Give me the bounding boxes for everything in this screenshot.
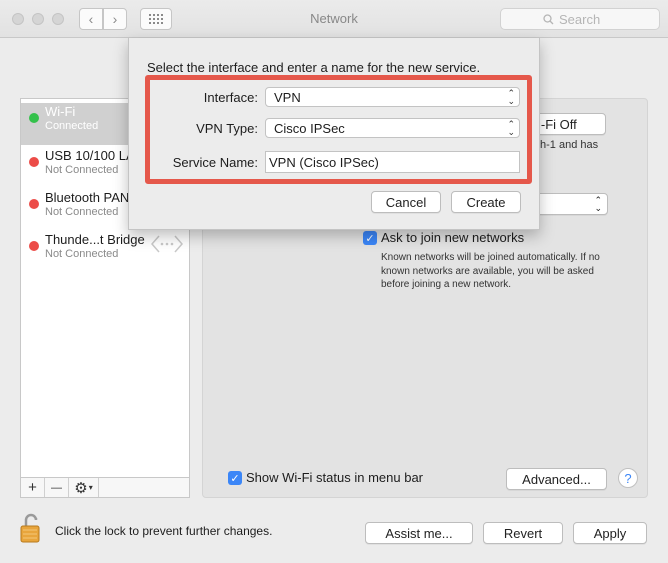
sheet-title: Select the interface and enter a name fo… xyxy=(147,60,481,75)
show-status-label: Show Wi-Fi status in menu bar xyxy=(246,470,424,485)
wifi-off-label: i-Fi Off xyxy=(538,116,577,132)
highlight-box xyxy=(145,75,532,184)
service-status: Not Connected xyxy=(45,248,119,260)
cancel-label: Cancel xyxy=(385,194,427,210)
ask-join-label: Ask to join new networks xyxy=(381,230,525,245)
search-placeholder: Search xyxy=(559,11,601,27)
service-status: Connected xyxy=(45,120,99,132)
turn-wifi-off-button[interactable]: i-Fi Off xyxy=(530,113,606,135)
show-status-checkbox[interactable]: ✓ xyxy=(228,471,242,485)
help-button[interactable]: ? xyxy=(618,468,638,488)
advanced-button[interactable]: Advanced... xyxy=(506,468,607,490)
service-name: Wi-Fi xyxy=(45,104,76,119)
checkmark-icon: ✓ xyxy=(365,232,375,245)
title-bar: ‹ › Network Search xyxy=(0,0,668,38)
minus-icon: — xyxy=(51,481,62,494)
service-status: Not Connected xyxy=(45,164,119,176)
gear-icon: ⚙ xyxy=(74,479,88,497)
add-service-button[interactable]: + xyxy=(21,478,45,497)
apply-label: Apply xyxy=(593,525,627,541)
advanced-label: Advanced... xyxy=(522,471,591,487)
service-list-footer: + — ⚙ ▾ xyxy=(20,478,190,498)
help-icon: ? xyxy=(624,470,632,486)
wifi-status-text: h-1 and has xyxy=(540,139,599,151)
plus-icon: + xyxy=(28,479,37,496)
service-name: Thunde...t Bridge xyxy=(45,232,145,247)
ask-join-help-text: Known networks will be joined automatica… xyxy=(381,252,600,290)
create-label: Create xyxy=(466,194,506,210)
service-status: Not Connected xyxy=(45,206,119,218)
status-dot xyxy=(29,241,39,251)
status-dot xyxy=(29,157,39,167)
search-icon xyxy=(543,13,554,24)
revert-button[interactable]: Revert xyxy=(483,522,563,544)
service-name: Bluetooth PAN xyxy=(45,190,130,205)
ask-join-checkbox[interactable]: ✓ xyxy=(363,231,377,245)
create-button[interactable]: Create xyxy=(451,191,521,213)
chevron-updown-icon: ⌃ ⌄ xyxy=(594,195,602,213)
network-name-popup[interactable]: ⌃ ⌄ xyxy=(530,193,608,215)
checkmark-icon: ✓ xyxy=(230,472,240,485)
cancel-button[interactable]: Cancel xyxy=(371,191,441,213)
assist-me-button[interactable]: Assist me... xyxy=(365,522,473,544)
assist-label: Assist me... xyxy=(385,525,453,541)
remove-service-button[interactable]: — xyxy=(45,478,69,497)
status-dot xyxy=(29,113,39,123)
search-field[interactable]: Search xyxy=(500,8,660,30)
lock-icon[interactable] xyxy=(20,512,42,544)
chevron-down-icon: ▾ xyxy=(88,483,93,492)
status-dot xyxy=(29,199,39,209)
apply-button[interactable]: Apply xyxy=(573,522,647,544)
action-menu-button[interactable]: ⚙ ▾ xyxy=(69,478,99,497)
revert-label: Revert xyxy=(503,525,543,541)
lock-text: Click the lock to prevent further change… xyxy=(55,524,273,538)
service-item-thunderbolt[interactable]: Thunde...t Bridge Not Connected xyxy=(21,231,189,273)
bridge-icon xyxy=(151,235,183,253)
